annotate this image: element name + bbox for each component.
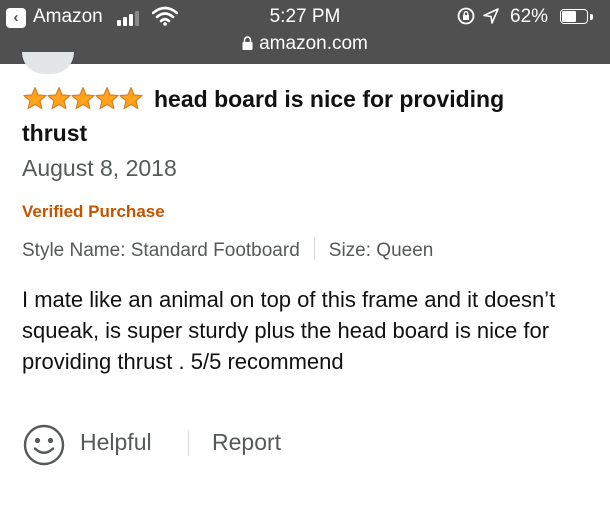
status-bar: ‹ Amazon 5:27 PM 62% [0,6,610,30]
smiley-face-icon[interactable] [22,423,66,467]
star-icon [71,86,95,110]
verified-purchase-badge: Verified Purchase [22,202,165,221]
style-name: Style Name: Standard Footboard [22,240,300,261]
divider [313,238,315,260]
lock-icon [242,36,253,50]
location-arrow-icon [483,8,499,24]
size: Size: Queen [328,240,434,261]
review-title-line-2: thrust [22,120,88,146]
review-body: I mate like an animal on top of this fra… [22,287,556,374]
rotation-lock-icon [457,7,475,25]
star-icon [119,86,143,110]
star-icon [95,86,119,110]
reviewer-avatar [22,52,74,74]
battery-icon [560,9,588,24]
divider [188,431,189,456]
star-icon [23,86,47,110]
url-domain: amazon.com [259,33,368,54]
product-variant-info[interactable]: Style Name: Standard Footboard Size: Quee… [22,238,433,262]
battery-percentage: 62% [510,6,549,27]
review-date: August 8, 2018 [22,155,177,181]
helpful-button[interactable]: Helpful [80,429,152,456]
url-bar[interactable]: amazon.com [0,33,610,55]
browser-top-bar: ‹ Amazon 5:27 PM 62% amazon.com [0,0,610,64]
review-title-line-1: head board is nice for providing [154,86,505,112]
battery-tip [590,14,593,20]
star-rating [22,86,143,118]
review-title[interactable]: head board is nice for providing thrust [22,84,592,149]
report-button[interactable]: Report [212,429,281,456]
star-icon [47,86,71,110]
